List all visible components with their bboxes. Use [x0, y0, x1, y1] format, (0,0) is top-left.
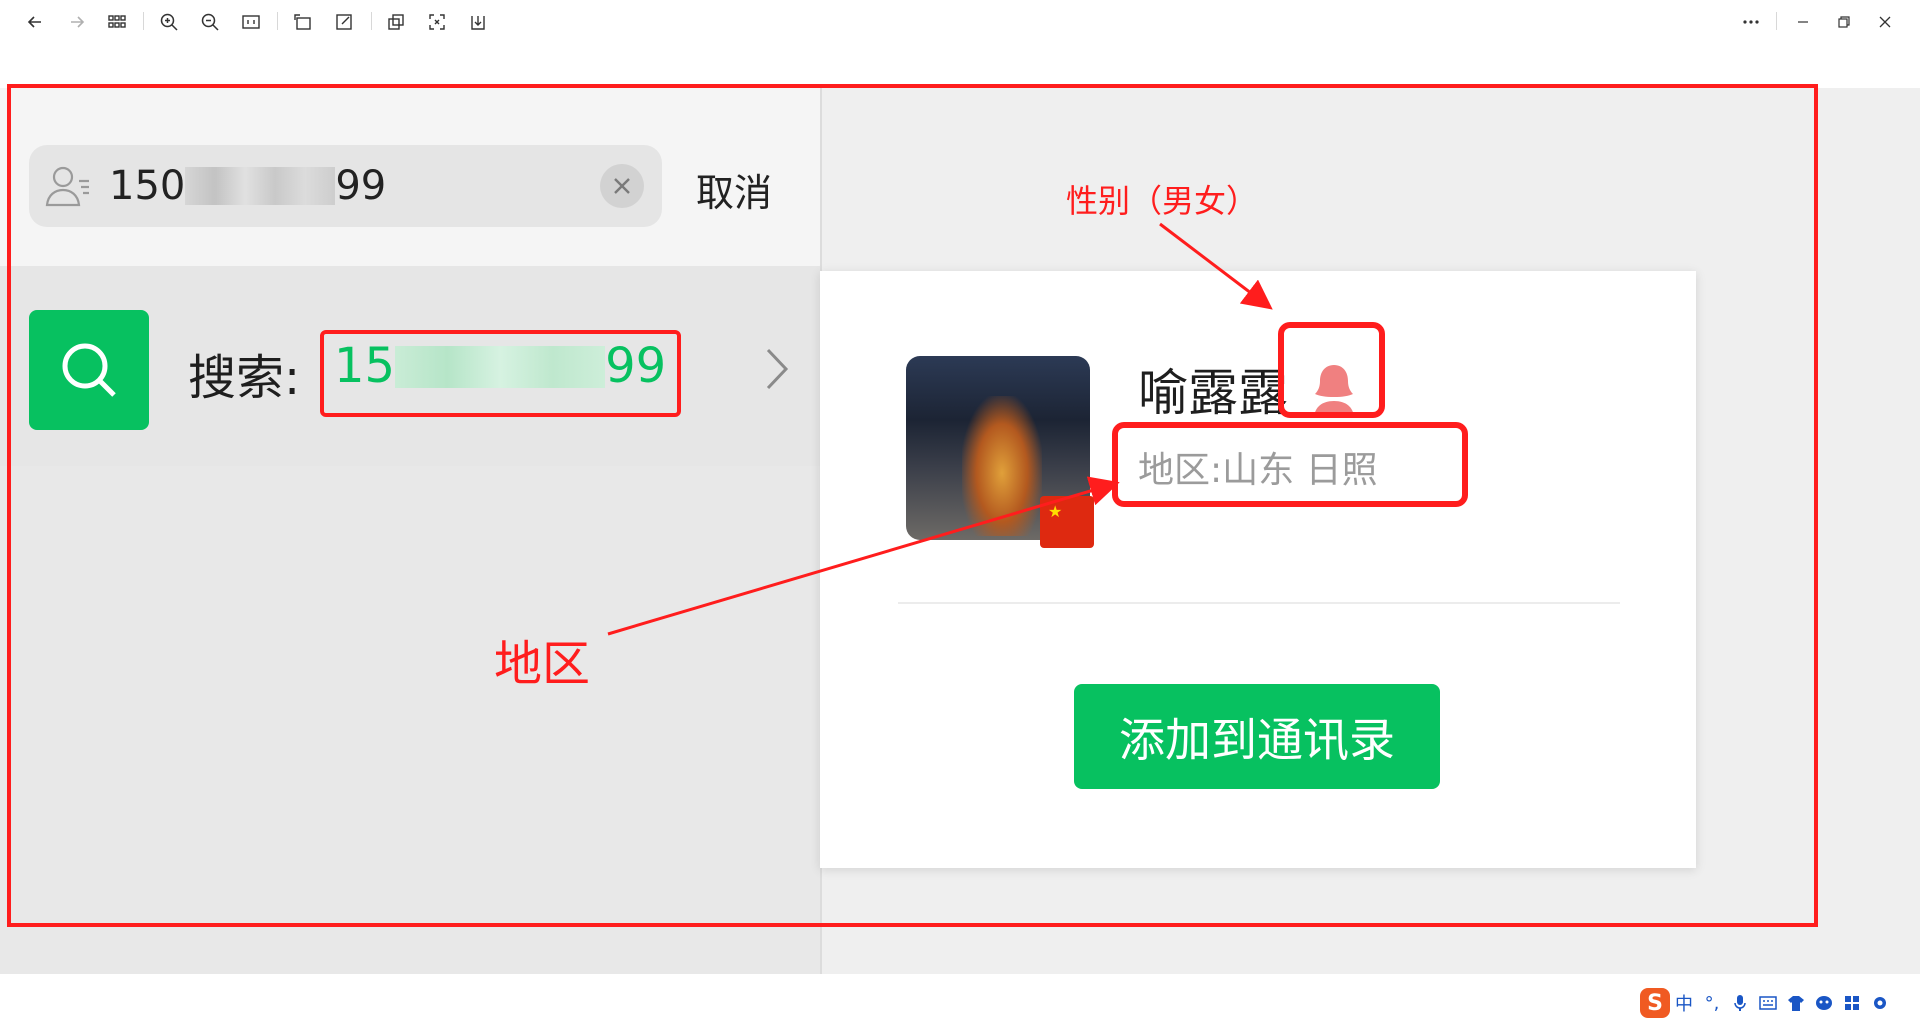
actual-size-icon[interactable] [238, 10, 264, 34]
compare-icon[interactable] [383, 10, 409, 34]
microphone-icon[interactable] [1726, 989, 1754, 1017]
chinese-mode-toggle[interactable]: 中 [1670, 989, 1698, 1017]
minimize-icon[interactable] [1790, 10, 1816, 34]
gender-highlight-box [1278, 322, 1385, 418]
region-highlight-box [1112, 422, 1468, 507]
grid-icon[interactable] [104, 10, 130, 34]
keyboard-icon[interactable] [1754, 989, 1782, 1017]
restore-icon[interactable] [1831, 10, 1857, 34]
sogou-logo-icon[interactable]: S [1640, 988, 1670, 1018]
emoji-icon[interactable] [1810, 989, 1838, 1017]
fit-icon[interactable] [424, 10, 450, 34]
back-icon[interactable] [22, 10, 48, 34]
more-icon[interactable] [1738, 10, 1764, 34]
skin-shirt-icon[interactable] [1782, 989, 1810, 1017]
ime-toolbar: S 中 °, [1640, 986, 1920, 1020]
rotate-icon[interactable] [290, 10, 316, 34]
zoom-out-icon[interactable] [197, 10, 223, 34]
forward-icon[interactable] [64, 10, 90, 34]
outer-annotation-frame [7, 84, 1818, 927]
toolbox-icon[interactable] [1838, 989, 1866, 1017]
edit-icon[interactable] [331, 10, 357, 34]
settings-icon[interactable] [1866, 989, 1894, 1017]
punctuation-toggle[interactable]: °, [1698, 989, 1726, 1017]
number-highlight-box [320, 330, 681, 417]
close-icon[interactable] [1872, 10, 1898, 34]
viewer-toolbar [0, 0, 1920, 44]
zoom-in-icon[interactable] [156, 10, 182, 34]
gender-annotation: 性别（男女） [1066, 182, 1259, 220]
region-annotation: 地区 [494, 636, 591, 692]
download-icon[interactable] [465, 10, 491, 34]
